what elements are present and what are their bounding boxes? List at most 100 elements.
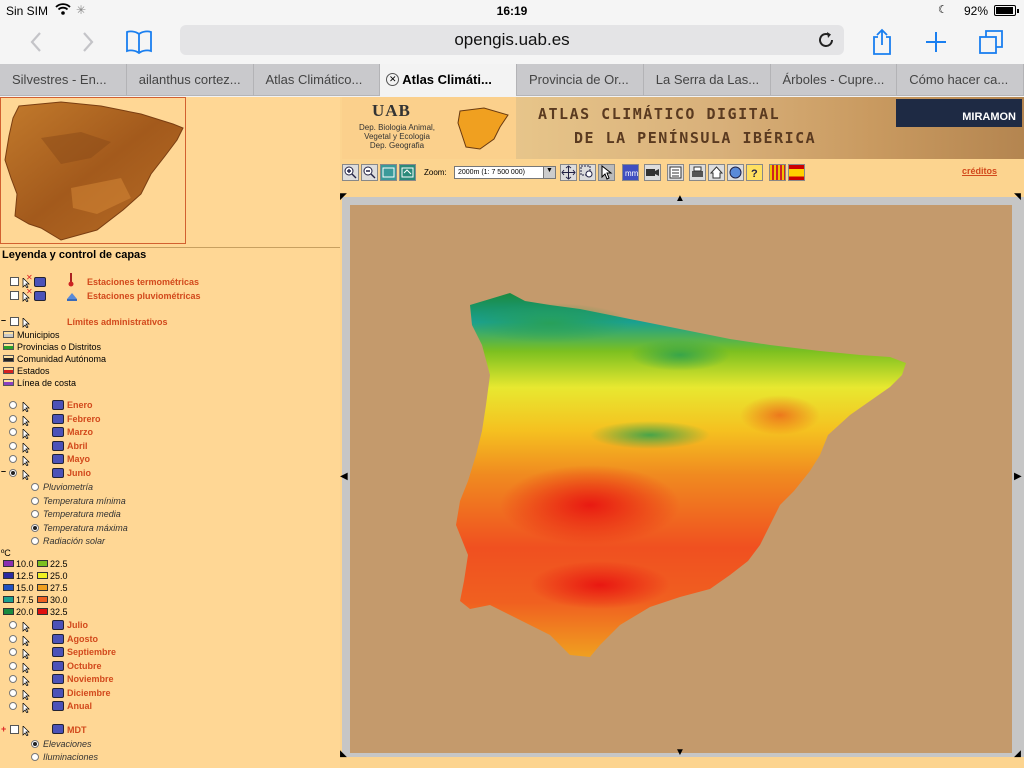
variable-radio[interactable] (31, 510, 39, 518)
select-arrow-icon[interactable] (22, 646, 30, 660)
variable-radio[interactable] (31, 483, 39, 491)
tab[interactable]: ailanthus cortez... (127, 64, 254, 96)
tabs-overview-button[interactable] (973, 26, 1009, 58)
month-layer-label[interactable]: Anual (67, 701, 92, 711)
layer-info-icon[interactable] (52, 724, 64, 734)
pan-button[interactable] (560, 164, 577, 181)
select-arrow-icon[interactable] (22, 413, 30, 427)
query-button[interactable] (598, 164, 615, 181)
month-layer-label[interactable]: Noviembre (67, 674, 114, 684)
forward-button[interactable] (70, 26, 106, 58)
tab[interactable]: Árboles - Cupre... (771, 64, 898, 96)
tab[interactable]: Atlas Climático... (254, 64, 381, 96)
select-arrow-icon[interactable] (22, 660, 30, 674)
pan-north-arrow[interactable]: ▲ (675, 193, 685, 204)
layer-estaciones-pluviometricas[interactable]: Estaciones pluviométricas (87, 291, 201, 301)
layer-info-icon[interactable] (34, 277, 46, 287)
month-radio[interactable] (9, 688, 17, 697)
print-button[interactable] (689, 164, 706, 181)
pan-west-arrow[interactable]: ◀ (340, 471, 348, 482)
expand-toggle[interactable]: + (1, 724, 6, 734)
month-layer-label[interactable]: Septiembre (67, 647, 116, 657)
layer-info-icon[interactable] (52, 687, 64, 698)
month-layer-label[interactable]: Junio (67, 468, 91, 478)
reload-button[interactable] (814, 28, 838, 52)
help-web-button[interactable] (727, 164, 744, 181)
miramon-info-button[interactable]: mm (622, 164, 639, 181)
tab[interactable]: Silvestres - En... (0, 64, 127, 96)
layer-info-icon[interactable] (52, 400, 64, 410)
layer-info-icon[interactable] (52, 454, 64, 464)
zoom-extent-button[interactable] (380, 164, 397, 181)
select-arrow-icon[interactable] (22, 440, 30, 454)
month-layer-label[interactable]: Agosto (67, 634, 98, 644)
help-button[interactable]: ? (746, 164, 763, 181)
variable-option[interactable]: Temperatura mínima (43, 496, 126, 506)
layer-limites-administrativos[interactable]: Límites administrativos (67, 317, 168, 327)
layer-info-icon[interactable] (52, 427, 64, 437)
variable-option[interactable]: Pluviometría (43, 482, 93, 492)
address-bar[interactable]: opengis.uab.es (180, 25, 844, 55)
select-arrow-icon[interactable] (22, 723, 30, 737)
tab[interactable]: La Serra da Las... (644, 64, 771, 96)
layer-info-icon[interactable] (52, 701, 64, 711)
collapse-toggle[interactable]: – (1, 315, 6, 325)
radio-iluminaciones[interactable] (31, 753, 39, 761)
option-iluminaciones[interactable]: Iluminaciones (43, 752, 98, 762)
layer-info-icon[interactable] (52, 674, 64, 684)
collapse-toggle[interactable]: – (1, 466, 6, 476)
credits-link[interactable]: créditos (962, 166, 997, 176)
option-elevaciones[interactable]: Elevaciones (43, 739, 92, 749)
zoom-select[interactable]: 2000m (1: 7 500 000) ▼ (454, 166, 556, 179)
zoom-out-button[interactable] (361, 164, 378, 181)
month-radio[interactable] (9, 401, 17, 409)
variable-option[interactable]: Radiación solar (43, 536, 105, 546)
layer-info-icon[interactable] (52, 660, 64, 671)
new-tab-button[interactable] (918, 26, 954, 58)
layers-button[interactable] (667, 164, 684, 181)
select-arrow-icon[interactable] (22, 633, 30, 647)
pan-southwest-arrow[interactable]: ◣ (340, 748, 347, 759)
month-radio[interactable] (9, 621, 17, 629)
previous-view-button[interactable] (399, 164, 416, 181)
pan-northwest-arrow[interactable]: ◤ (340, 191, 347, 202)
layer-info-icon[interactable] (52, 633, 64, 644)
tab[interactable]: Cómo hacer ca... (897, 64, 1024, 96)
lang-spanish-button[interactable] (788, 164, 805, 181)
back-button[interactable] (18, 26, 54, 58)
layer-info-icon[interactable] (34, 291, 46, 301)
close-tab-icon[interactable]: ✕ (386, 73, 400, 86)
tab[interactable]: Provincia de Or... (517, 64, 644, 96)
month-radio[interactable] (9, 455, 17, 463)
month-layer-label[interactable]: Marzo (67, 427, 93, 437)
miramon-logo[interactable]: MIRAMON (896, 99, 1022, 127)
month-layer-label[interactable]: Enero (67, 400, 93, 410)
bookmarks-button[interactable] (121, 26, 157, 58)
month-layer-label[interactable]: Diciembre (67, 688, 111, 698)
layer-info-icon[interactable] (52, 620, 64, 630)
month-radio[interactable] (9, 414, 17, 423)
pan-south-arrow[interactable]: ▼ (675, 747, 685, 758)
month-layer-label[interactable]: Febrero (67, 414, 101, 424)
select-arrow-icon[interactable] (22, 467, 30, 481)
select-arrow-icon[interactable] (22, 426, 30, 440)
variable-radio[interactable] (31, 523, 39, 532)
layer-info-icon[interactable] (52, 440, 64, 451)
video-button[interactable] (644, 164, 661, 181)
checkbox-limites[interactable] (10, 317, 19, 326)
layer-info-icon[interactable] (52, 647, 64, 657)
month-radio[interactable] (9, 441, 17, 450)
layer-info-icon[interactable] (52, 413, 64, 424)
lang-catalan-button[interactable] (769, 164, 786, 181)
pan-northeast-arrow[interactable]: ◥ (1014, 191, 1021, 202)
variable-option[interactable]: Temperatura máxima (43, 523, 128, 533)
checkbox-termometricas[interactable] (10, 277, 19, 286)
pan-southeast-arrow[interactable]: ◢ (1014, 748, 1021, 759)
select-arrow-icon[interactable] (22, 453, 30, 467)
month-radio[interactable] (9, 634, 17, 643)
zoom-in-button[interactable] (342, 164, 359, 181)
radio-elevaciones[interactable] (31, 740, 39, 748)
home-button[interactable] (708, 164, 725, 181)
month-radio[interactable] (9, 661, 17, 670)
variable-radio[interactable] (31, 537, 39, 545)
